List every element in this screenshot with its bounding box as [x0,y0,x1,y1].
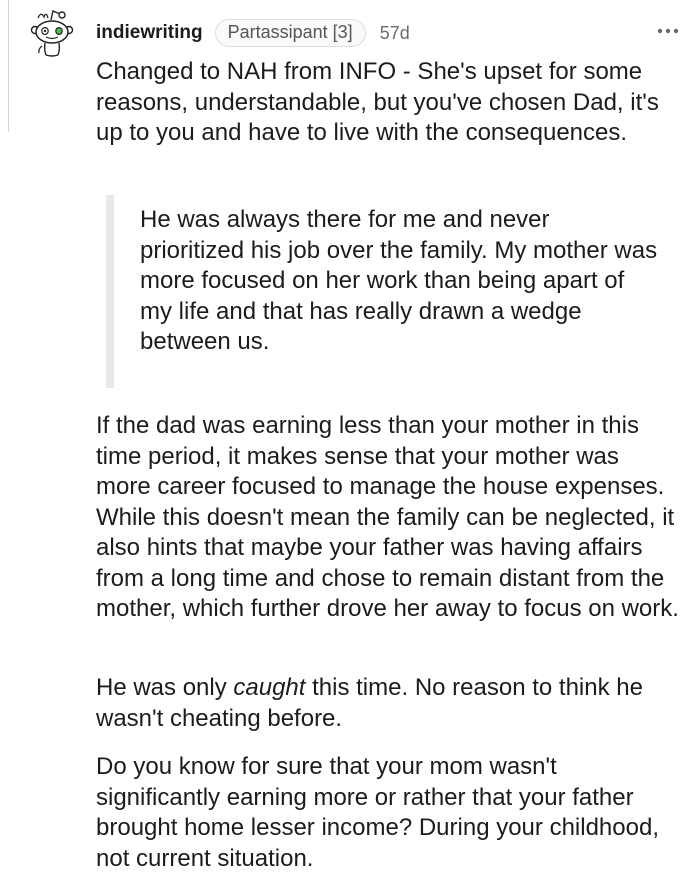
user-flair-badge: Partassipant [3] [214,19,366,47]
thread-line[interactable] [8,0,9,132]
comment-paragraph-caught: He was only caught this time. No reason … [96,673,680,734]
caught-text-before: He was only [96,674,234,701]
username-link[interactable]: indiewriting [96,22,203,44]
comment-age: 57d [379,22,410,43]
comment-paragraph-know-for-sure: Do you know for sure that your mom wasn'… [96,753,659,872]
quoted-text: He was always there for me and never pri… [140,206,658,355]
comment-paragraph-dad-earning: If the dad was earning less than your mo… [96,412,679,622]
comment-body: Changed to NAH from INFO - She's upset f… [96,57,680,149]
more-options-icon[interactable] [656,24,680,38]
caught-emphasis: caught [233,674,306,701]
snoo-avatar-icon[interactable] [30,8,76,58]
comment-header: indiewriting Partassipant [3] 57d [96,18,680,48]
blockquote: He was always there for me and never pri… [106,195,688,388]
comment-paragraph-intro: Changed to NAH from INFO - She's upset f… [96,58,659,146]
